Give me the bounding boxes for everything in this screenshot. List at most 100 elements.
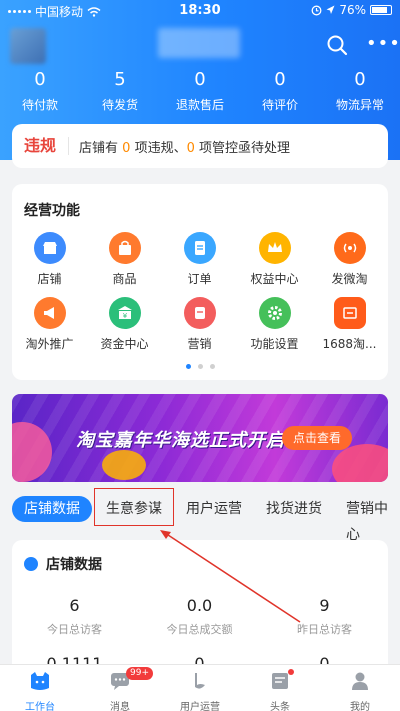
order-label: 待付款: [21, 98, 58, 112]
headlines-icon: [272, 673, 288, 689]
function-goods[interactable]: 商品: [87, 232, 162, 287]
bottom-tab-bar: 工作台 99+ 消息 用户运营 头条 我的: [0, 664, 400, 711]
function-label: 权益中心: [250, 272, 299, 286]
megaphone-icon: [33, 297, 66, 329]
order-label: 退款售后: [175, 98, 224, 112]
chart-icon: [24, 557, 38, 571]
svg-text:¥: ¥: [122, 312, 127, 320]
section-title: 经营功能: [24, 203, 80, 219]
tabbar-workbench[interactable]: 工作台: [0, 665, 80, 711]
stat-label: 昨日总访客: [297, 623, 352, 636]
wallet-icon: ¥: [108, 297, 141, 329]
control-count: 0: [186, 140, 195, 156]
tabbar-label: 用户运营: [180, 702, 220, 711]
function-label: 1688淘...: [322, 337, 377, 351]
function-fund-center[interactable]: ¥ 资金中心: [87, 297, 162, 352]
search-icon[interactable]: [326, 34, 348, 56]
stat-today-sales[interactable]: 0.0 今日总成交额: [137, 596, 262, 637]
tabbar-label: 头条: [270, 702, 290, 711]
crown-icon: [258, 232, 291, 264]
stat-label: 今日总访客: [47, 623, 102, 636]
banner-view-button[interactable]: 点击查看: [282, 426, 352, 450]
function-label: 淘外推广: [25, 337, 74, 351]
order-pending-shipment[interactable]: 5 待发货: [80, 68, 160, 113]
stat-value: 6: [69, 596, 80, 615]
function-label: 商品: [112, 272, 137, 286]
function-label: 订单: [187, 272, 212, 286]
order-count: 0: [194, 69, 206, 90]
function-label: 店铺: [37, 272, 62, 286]
tab-marketing-center[interactable]: 营销中心: [346, 496, 400, 543]
order-count: 0: [34, 69, 46, 90]
tabbar-mine[interactable]: 我的: [320, 665, 400, 711]
cargo-icon: [333, 297, 366, 329]
message-badge: 99+: [126, 667, 153, 680]
function-orders[interactable]: 订单: [162, 232, 237, 287]
location-icon: [326, 5, 335, 14]
violation-card[interactable]: 违规 店铺有 0 项违规、0 项管控亟待处理: [12, 124, 388, 168]
promo-banner[interactable]: 淘宝嘉年华海选正式开启 点击查看: [12, 394, 388, 482]
stat-value: 9: [319, 596, 330, 615]
goods-bag-icon: [108, 232, 141, 264]
battery-icon: [370, 5, 392, 15]
function-1688[interactable]: 1688淘...: [312, 297, 387, 352]
marketing-icon: [183, 297, 216, 329]
violation-tag: 违规: [12, 137, 70, 155]
order-pending-payment[interactable]: 0 待付款: [0, 68, 80, 113]
function-grid: 店铺 商品 订单 权益中心 发微淘 淘外推广 ¥ 资金中心 营销 功能设置 16…: [12, 232, 388, 352]
broadcast-icon: [333, 232, 366, 264]
function-store[interactable]: 店铺: [12, 232, 87, 287]
tab-sourcing[interactable]: 找货进货: [266, 496, 322, 522]
stat-today-visitors[interactable]: 6 今日总访客: [12, 596, 137, 637]
order-count: 0: [274, 69, 286, 90]
order-logistics-issue[interactable]: 0 物流异常: [320, 68, 400, 113]
store-icon: [33, 232, 66, 264]
user-icon: [352, 672, 368, 690]
tabbar-headlines[interactable]: 头条: [240, 665, 320, 711]
stat-yesterday-visitors[interactable]: 9 昨日总访客: [262, 596, 387, 637]
order-pending-review[interactable]: 0 待评价: [240, 68, 320, 113]
violation-text: 店铺有 0 项违规、0 项管控亟待处理: [79, 140, 290, 156]
order-count: 0: [354, 69, 366, 90]
stats-title: 店铺数据: [24, 554, 102, 574]
alarm-icon: [311, 5, 322, 15]
order-label: 物流异常: [335, 98, 384, 112]
order-label: 待评价: [261, 98, 298, 112]
shop-avatar[interactable]: [10, 28, 46, 64]
function-settings[interactable]: 功能设置: [237, 297, 312, 352]
stat-value: 0.0: [186, 596, 213, 615]
data-tabs: 店铺数据 生意参谋 用户运营 找货进货 营销中心: [0, 490, 400, 543]
page-indicator: [12, 364, 388, 369]
more-icon[interactable]: •••: [366, 34, 400, 54]
tab-shop-data[interactable]: 店铺数据: [12, 496, 92, 522]
workbench-icon: [31, 672, 49, 690]
function-label: 功能设置: [250, 337, 299, 351]
status-right: 76%: [311, 3, 392, 17]
business-functions-card: 经营功能 店铺 商品 订单 权益中心 发微淘 淘外推广 ¥ 资金中心 营销 功能…: [12, 184, 388, 380]
function-external-promo[interactable]: 淘外推广: [12, 297, 87, 352]
order-summary: 0 待付款 5 待发货 0 退款售后 0 待评价 0 物流异常: [0, 68, 400, 113]
tabbar-label: 工作台: [25, 702, 55, 711]
stats-title-text: 店铺数据: [46, 557, 102, 573]
user-ops-icon: [195, 673, 205, 689]
shop-name-blurred: [158, 28, 240, 58]
function-marketing[interactable]: 营销: [162, 297, 237, 352]
tab-user-operations[interactable]: 用户运营: [186, 496, 242, 522]
function-rights-center[interactable]: 权益中心: [237, 232, 312, 287]
tabbar-label: 消息: [110, 702, 130, 711]
stat-label: 今日总成交额: [166, 623, 233, 636]
function-label: 发微淘: [331, 272, 368, 286]
order-refund[interactable]: 0 退款售后: [160, 68, 240, 113]
gear-icon: [258, 297, 291, 329]
function-label: 资金中心: [100, 337, 149, 351]
tabbar-messages[interactable]: 99+ 消息: [80, 665, 160, 711]
order-label: 待发货: [101, 98, 138, 112]
tabbar-label: 我的: [350, 702, 370, 711]
banner-headline: 淘宝嘉年华海选正式开启: [76, 430, 285, 451]
tabbar-user-ops[interactable]: 用户运营: [160, 665, 240, 711]
battery-percent: 76%: [339, 3, 366, 17]
status-bar: 中国移动 18:30 76%: [0, 0, 400, 20]
function-post-weitao[interactable]: 发微淘: [312, 232, 387, 287]
annotation-highlight-box: [94, 488, 174, 526]
function-label: 营销: [187, 337, 212, 351]
